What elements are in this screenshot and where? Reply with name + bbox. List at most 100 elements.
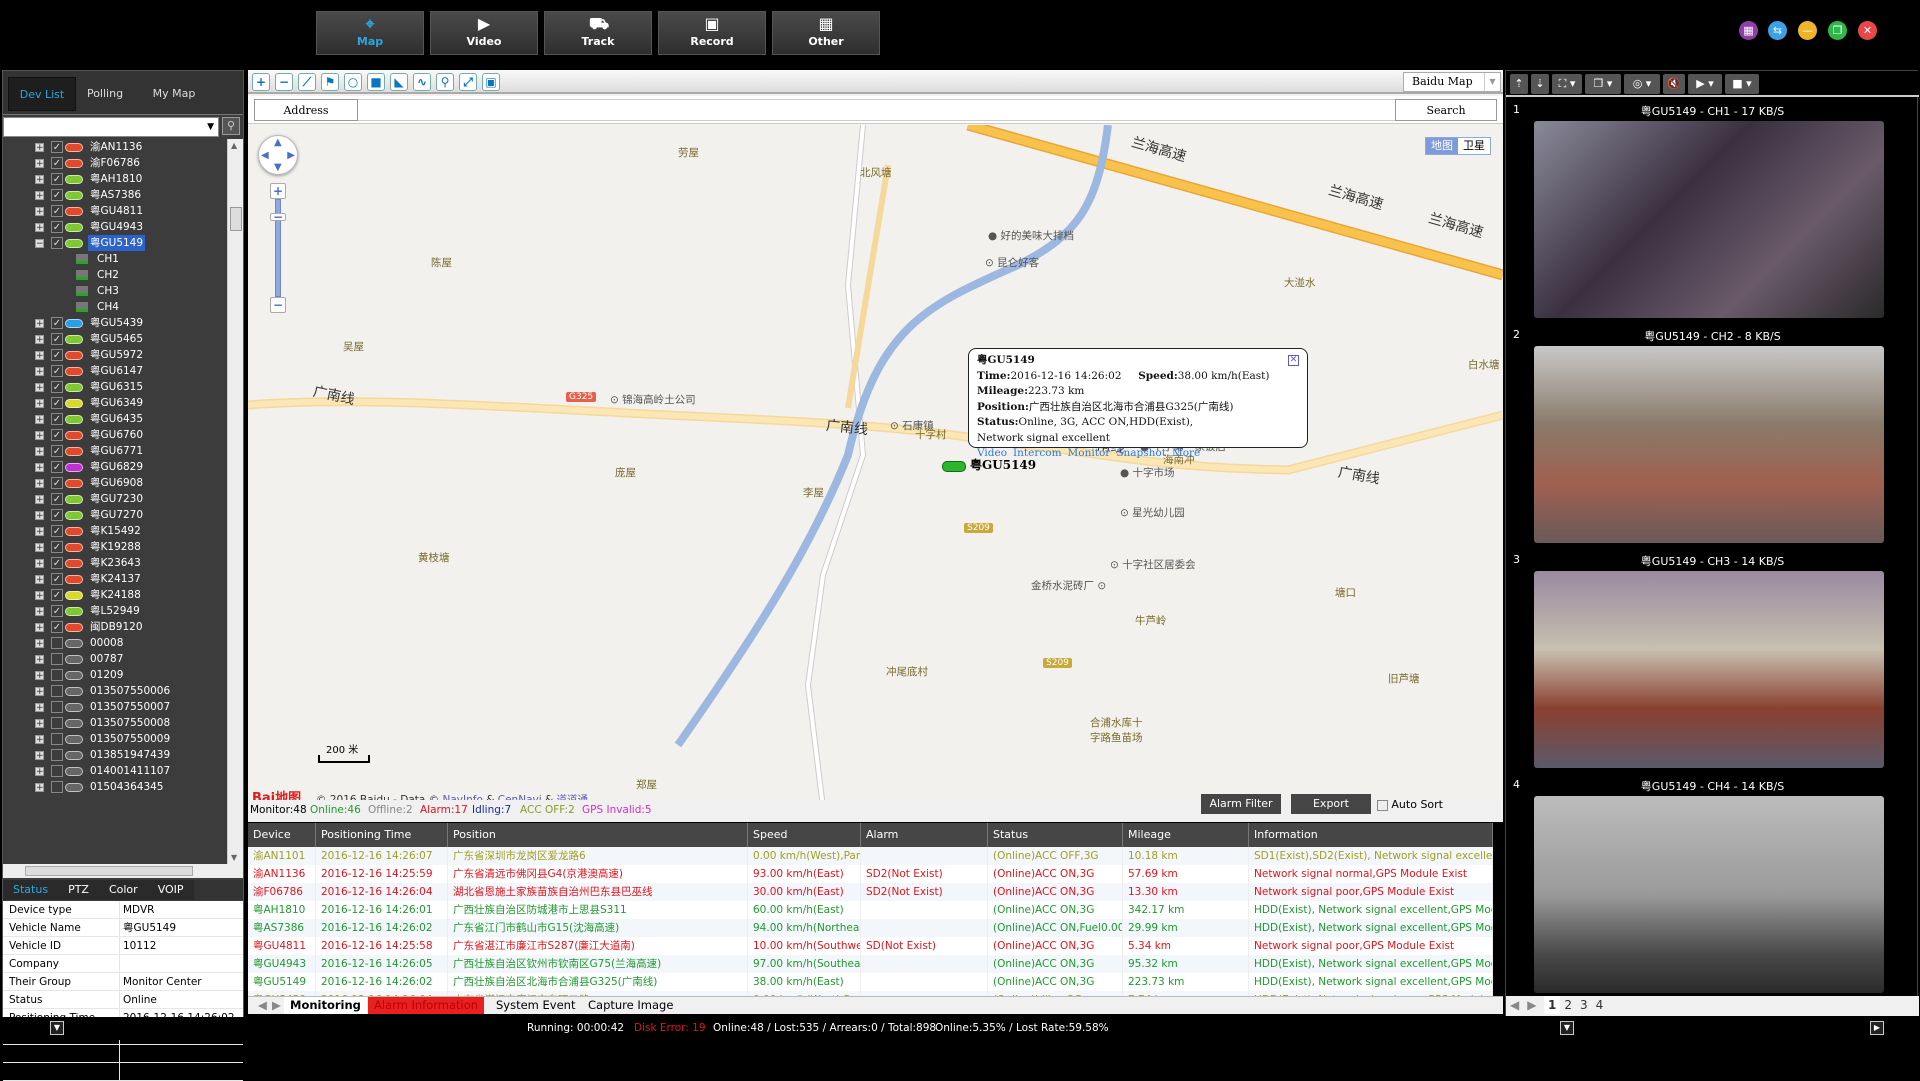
tab-voip[interactable]: VOIP (147, 880, 194, 900)
channel-tree-item[interactable]: CH4 (3, 299, 227, 315)
save-icon[interactable]: ▣ (482, 73, 500, 91)
nav-record-button[interactable]: ▣ Record (658, 11, 766, 55)
tree-scrollbar[interactable]: ▲ ▼ (227, 139, 243, 864)
device-tree-item[interactable]: + ✓ 粤GU6829 (3, 459, 227, 475)
fullscreen-icon[interactable]: ⛶ ▾ (1552, 74, 1582, 94)
grid-row[interactable]: 粤AS7386 2016-12-16 14:26:02 广东省江门市鹤山市G15(沈… (248, 919, 1493, 937)
device-checkbox[interactable]: ✓ (51, 605, 63, 617)
expand-icon[interactable]: + (35, 479, 44, 489)
map-zoom-in-button[interactable]: + (270, 183, 286, 199)
tab-ptz[interactable]: PTZ (58, 880, 99, 900)
grid-column-header[interactable]: Device (248, 823, 316, 847)
expand-icon[interactable]: + (35, 639, 44, 649)
nav-map-button[interactable]: ⌖ Map (316, 11, 424, 55)
search-icon[interactable]: ⚲ (436, 73, 454, 91)
grid-row[interactable]: 粤GU4811 2016-12-16 14:25:58 广东省湛江市廉江市S287(… (248, 937, 1493, 955)
device-checkbox[interactable]: ✓ (51, 221, 63, 233)
scroll-thumb[interactable] (230, 207, 242, 231)
device-tree-item[interactable]: + ✓ 粤L52949 (3, 603, 227, 619)
map-type-map[interactable]: 地图 (1426, 138, 1458, 154)
device-tree-item[interactable]: + ✓ 粤K23643 (3, 555, 227, 571)
device-tree-item[interactable]: + ✓ 粤K24137 (3, 571, 227, 587)
mute-icon[interactable]: 🔇 (1663, 74, 1685, 94)
device-tree-item[interactable]: + ✓ 粤GU5972 (3, 347, 227, 363)
popup-intercom-link[interactable]: Intercom (1013, 447, 1062, 459)
video-pane[interactable]: 3 粤GU5149 - CH3 - 14 KB/S (1506, 549, 1919, 773)
tab-polling[interactable]: Polling (81, 77, 129, 111)
popup-monitor-link[interactable]: Monitor (1068, 447, 1111, 459)
device-checkbox[interactable]: ✓ (51, 541, 63, 553)
device-tree-item[interactable]: + ✓ 渝F06786 (3, 155, 227, 171)
expand-icon[interactable]: + (35, 703, 44, 713)
expand-icon[interactable]: + (35, 671, 44, 681)
video-page-tab[interactable]: 1 (1543, 996, 1561, 1014)
device-checkbox[interactable]: ✓ (51, 189, 63, 201)
grid-row[interactable]: 粤GU5149 2016-12-16 14:26:02 广西壮族自治区北海市合浦县G… (248, 973, 1493, 991)
video-pane[interactable]: 4 粤GU5149 - CH4 - 14 KB/S (1506, 774, 1919, 998)
device-tree-item[interactable]: + 01209 (3, 667, 227, 683)
device-checkbox[interactable]: ✓ (51, 509, 63, 521)
search-icon[interactable]: ⚲ (222, 117, 240, 135)
channel-tree-item[interactable]: CH2 (3, 267, 227, 283)
device-checkbox[interactable]: ✓ (51, 237, 63, 249)
expand-icon[interactable]: + (35, 527, 44, 537)
device-tree-item[interactable]: + ✓ 粤GU5439 (3, 315, 227, 331)
map-type-satellite[interactable]: 卫星 (1458, 138, 1490, 154)
device-filter-select[interactable]: ▼ (3, 117, 219, 137)
tab-dev-list[interactable]: Dev List (8, 77, 76, 111)
close-icon[interactable]: ✕ (1858, 21, 1877, 40)
device-tree-item[interactable]: + 014001411107 (3, 763, 227, 779)
device-checkbox[interactable]: ✓ (51, 205, 63, 217)
device-tree-item[interactable]: + 01504364345 (3, 779, 227, 795)
device-checkbox[interactable] (51, 685, 63, 697)
device-checkbox[interactable] (51, 733, 63, 745)
device-tree-item[interactable]: + ✓ 粤GU4943 (3, 219, 227, 235)
expand-icon[interactable]: + (35, 191, 44, 201)
grid-column-header[interactable]: Positioning Time (316, 823, 448, 847)
auto-sort-checkbox[interactable]: Auto Sort (1377, 798, 1443, 811)
tab-my-map[interactable]: My Map (149, 77, 199, 111)
device-tree-item[interactable]: − ✓ 粤GU5149 (3, 235, 227, 251)
expand-icon[interactable]: + (35, 463, 44, 473)
zoom-out-icon[interactable]: − (275, 73, 293, 91)
map-canvas[interactable]: ▲ ◀ ▶ ▼ + − − 地图 卫星 劳屋 北风塘 陈屋 吴屋 大湴水 白水塘 … (248, 125, 1503, 808)
device-tree-item[interactable]: + ✓ 粤GU4811 (3, 203, 227, 219)
popup-snapshot-link[interactable]: Snapshot (1116, 447, 1166, 459)
expand-icon[interactable]: + (35, 559, 44, 569)
tree-hscrollbar[interactable] (3, 864, 243, 878)
device-checkbox[interactable]: ✓ (51, 413, 63, 425)
video-page-tab[interactable]: 2 (1560, 996, 1576, 1014)
device-checkbox[interactable]: ✓ (51, 573, 63, 585)
collapse-icon[interactable]: − (35, 239, 44, 249)
device-checkbox[interactable] (51, 637, 63, 649)
device-tree-item[interactable]: + ✓ 渝AN1136 (3, 139, 227, 155)
upload-icon[interactable]: ⇡ (1510, 74, 1528, 94)
device-checkbox[interactable] (51, 669, 63, 681)
device-tree-item[interactable]: + ✓ 粤GU7230 (3, 491, 227, 507)
expand-icon[interactable]: + (35, 207, 44, 217)
device-tree-item[interactable]: + 00787 (3, 651, 227, 667)
map-pan-control[interactable]: ▲ ◀ ▶ ▼ (258, 135, 298, 175)
popup-more-link[interactable]: More (1172, 447, 1200, 459)
device-tree-item[interactable]: + ✓ 粤GU6147 (3, 363, 227, 379)
device-checkbox[interactable]: ✓ (51, 333, 63, 345)
zoom-in-icon[interactable]: + (252, 73, 270, 91)
device-tree-item[interactable]: + 013851947439 (3, 747, 227, 763)
window-layout-icon[interactable]: ❐ ▾ (1585, 74, 1621, 94)
device-checkbox[interactable] (51, 765, 63, 777)
expand-icon[interactable]: + (35, 319, 44, 329)
minimize-icon[interactable]: — (1798, 21, 1817, 40)
vehicle-marker[interactable] (942, 461, 966, 472)
grid-column-header[interactable]: Alarm (861, 823, 988, 847)
layout-icon[interactable]: ▦ (1739, 21, 1758, 40)
device-tree-item[interactable]: + ✓ 粤K15492 (3, 523, 227, 539)
device-tree-item[interactable]: + ✓ 粤GU7270 (3, 507, 227, 523)
expand-icon[interactable]: + (35, 735, 44, 745)
device-checkbox[interactable]: ✓ (51, 397, 63, 409)
hscroll-thumb[interactable] (25, 866, 193, 876)
scroll-down-icon[interactable]: ▼ (231, 853, 237, 862)
channel-tree-item[interactable]: CH1 (3, 251, 227, 267)
expand-icon[interactable]: + (35, 399, 44, 409)
device-checkbox[interactable]: ✓ (51, 317, 63, 329)
collapse-right-icon[interactable]: ▶ (1870, 1021, 1884, 1035)
